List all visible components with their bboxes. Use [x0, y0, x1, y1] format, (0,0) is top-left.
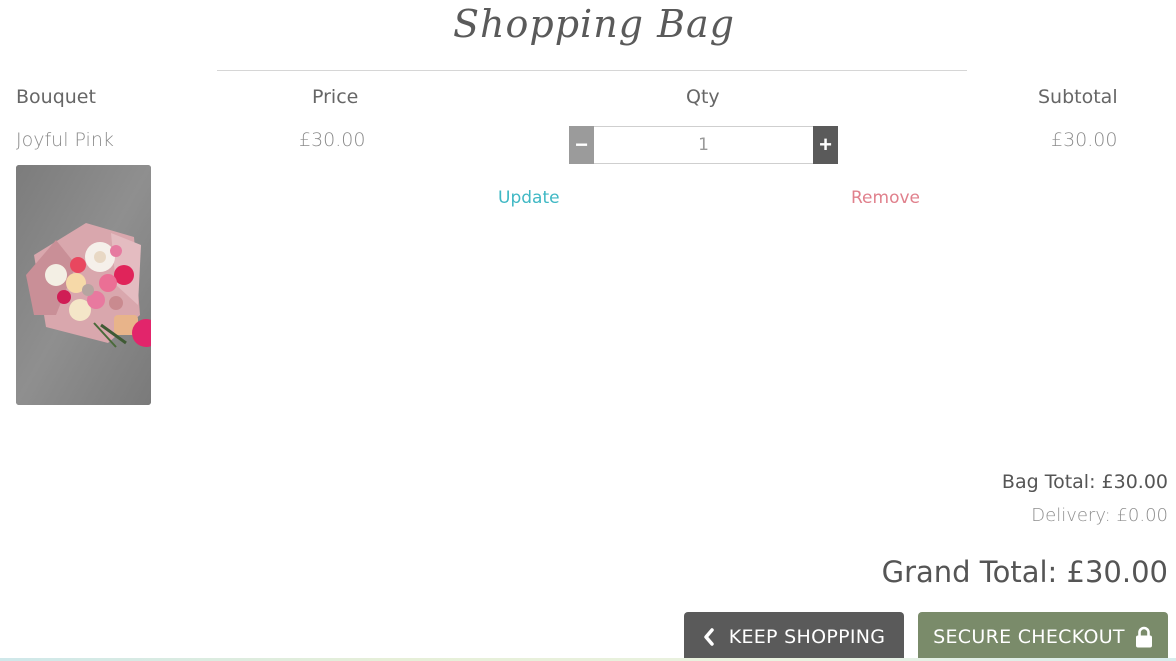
column-header-qty: Qty [686, 86, 720, 108]
delivery-total: Delivery: £0.00 [1031, 505, 1168, 526]
quantity-stepper: − + [569, 126, 838, 164]
decrement-quantity-button[interactable]: − [569, 126, 594, 164]
column-header-subtotal: Subtotal [1038, 86, 1118, 108]
column-header-bouquet: Bouquet [16, 86, 96, 108]
keep-shopping-label: KEEP SHOPPING [728, 625, 886, 648]
secure-checkout-button[interactable]: SECURE CHECKOUT [918, 612, 1168, 661]
item-price: £30.00 [299, 129, 366, 151]
increment-quantity-button[interactable]: + [813, 126, 838, 164]
keep-shopping-button[interactable]: KEEP SHOPPING [684, 612, 904, 661]
bag-total: Bag Total: £30.00 [1001, 471, 1168, 493]
item-name: Joyful Pink [16, 129, 114, 151]
update-link[interactable]: Update [498, 188, 560, 208]
item-subtotal: £30.00 [1051, 129, 1118, 151]
secure-checkout-label: SECURE CHECKOUT [933, 625, 1125, 648]
lock-icon [1135, 626, 1152, 647]
remove-link[interactable]: Remove [851, 188, 920, 208]
title-divider [217, 70, 967, 71]
grand-total: Grand Total: £30.00 [881, 555, 1168, 589]
quantity-input[interactable] [594, 126, 813, 164]
page-title: Shopping Bag [453, 2, 735, 46]
product-image[interactable] [16, 165, 151, 405]
chevron-left-icon [703, 627, 714, 646]
column-header-price: Price [312, 86, 359, 108]
